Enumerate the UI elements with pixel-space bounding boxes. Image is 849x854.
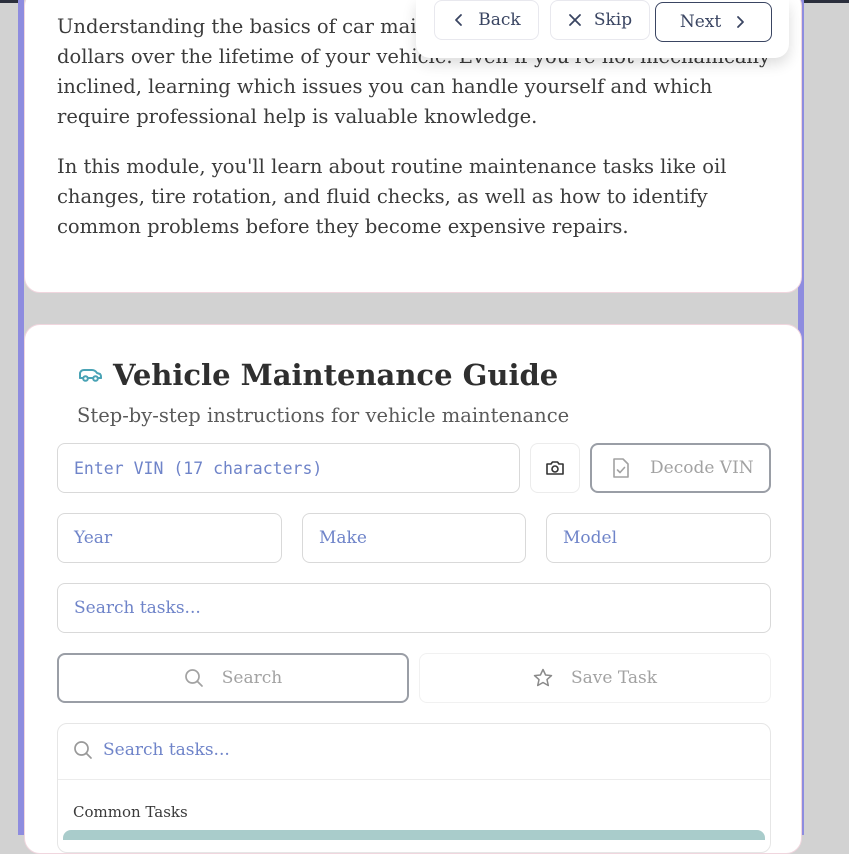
- save-task-button[interactable]: Save Task: [419, 653, 771, 703]
- guide-subtitle: Step-by-step instructions for vehicle ma…: [77, 404, 570, 427]
- year-field[interactable]: Year: [57, 513, 282, 563]
- intro-paragraph-2: In this module, you'll learn about routi…: [57, 155, 727, 238]
- skip-button[interactable]: Skip: [550, 0, 650, 40]
- camera-icon: [545, 460, 565, 476]
- car-icon: [77, 365, 103, 385]
- model-field[interactable]: Model: [546, 513, 771, 563]
- vin-input[interactable]: Enter VIN (17 characters): [57, 443, 520, 493]
- file-check-icon: [612, 458, 630, 478]
- common-tasks-heading: Common Tasks: [73, 803, 188, 821]
- next-label: Next: [679, 12, 722, 32]
- search-icon: [73, 740, 93, 760]
- search-button[interactable]: Search: [57, 653, 409, 703]
- decode-vin-button[interactable]: Decode VIN: [590, 443, 771, 493]
- guide-header: Vehicle Maintenance Guide: [77, 358, 558, 392]
- skip-label: Skip: [593, 10, 633, 30]
- guide-title: Vehicle Maintenance Guide: [113, 358, 559, 392]
- camera-button[interactable]: [530, 443, 580, 493]
- panel-search-input[interactable]: Search tasks...: [73, 740, 230, 760]
- search-button-label: Search: [221, 668, 283, 688]
- star-icon: [533, 668, 553, 688]
- chevron-left-icon: [452, 13, 466, 27]
- selected-task-item[interactable]: [63, 830, 765, 840]
- next-button[interactable]: Next: [655, 2, 772, 42]
- close-icon: [568, 13, 582, 27]
- chevron-right-icon: [733, 15, 747, 29]
- back-label: Back: [478, 10, 521, 30]
- search-icon: [184, 668, 204, 688]
- panel-divider: [58, 779, 770, 780]
- make-field[interactable]: Make: [302, 513, 526, 563]
- panel-search-placeholder: Search tasks...: [103, 740, 230, 760]
- search-tasks-input[interactable]: Search tasks...: [57, 583, 771, 633]
- back-button[interactable]: Back: [434, 0, 539, 40]
- decode-vin-label: Decode VIN: [650, 458, 754, 478]
- save-task-label: Save Task: [570, 668, 658, 688]
